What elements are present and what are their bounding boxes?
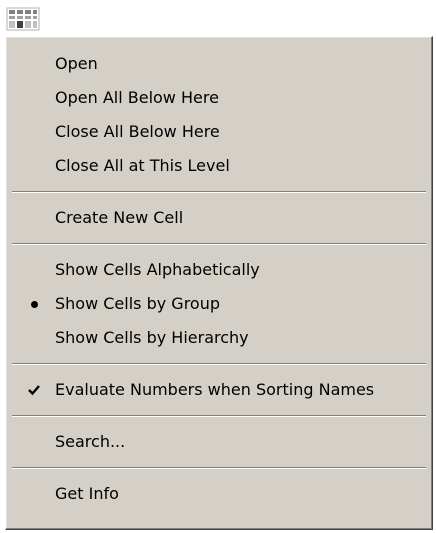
menu-item-mark-empty: [26, 81, 42, 115]
screen: Open Open All Below Here Close All Below H…: [0, 0, 436, 533]
cell-hierarchy-icon[interactable]: [5, 6, 41, 32]
menu-item-show-cells-by-hierarchy[interactable]: Show Cells by Hierarchy: [6, 321, 432, 355]
menu-item-open-all-below-here[interactable]: Open All Below Here: [6, 81, 432, 115]
menu-item-show-cells-by-group[interactable]: Show Cells by Group: [6, 287, 432, 321]
menu-item-mark-empty: [26, 425, 42, 459]
menu-item-evaluate-numbers-when-sorting-names[interactable]: Evaluate Numbers when Sorting Names: [6, 373, 432, 407]
menu-item-label: Show Cells Alphabetically: [55, 260, 260, 279]
bullet-dot: [30, 300, 38, 308]
context-menu: Open Open All Below Here Close All Below H…: [5, 36, 433, 530]
menu-separator: [12, 191, 426, 193]
menu-item-label: Get Info: [55, 484, 119, 503]
checkmark-icon: [26, 373, 42, 407]
menu-item-mark-empty: [26, 115, 42, 149]
menu-item-label: Open: [55, 54, 98, 73]
menu-item-get-info[interactable]: Get Info: [6, 477, 432, 511]
menu-item-mark-empty: [26, 201, 42, 235]
menu-item-open[interactable]: Open: [6, 47, 432, 81]
menu-item-label: Close All at This Level: [55, 156, 230, 175]
menu-item-mark-empty: [26, 477, 42, 511]
menu-item-create-new-cell[interactable]: Create New Cell: [6, 201, 432, 235]
menu-items: Open Open All Below Here Close All Below H…: [6, 47, 432, 511]
menu-item-label: Close All Below Here: [55, 122, 220, 141]
menu-item-show-cells-alphabetically[interactable]: Show Cells Alphabetically: [6, 253, 432, 287]
menu-item-mark-empty: [26, 253, 42, 287]
menu-item-label: Create New Cell: [55, 208, 184, 227]
menu-separator: [12, 363, 426, 365]
menu-item-label: Show Cells by Group: [55, 294, 221, 313]
menu-item-label: Open All Below Here: [55, 88, 219, 107]
menu-separator: [12, 415, 426, 417]
menu-item-label: Show Cells by Hierarchy: [55, 328, 249, 347]
menu-item-mark-empty: [26, 47, 42, 81]
menu-separator: [12, 243, 426, 245]
menu-item-close-all-at-this-level[interactable]: Close All at This Level: [6, 149, 432, 183]
menu-separator: [12, 467, 426, 469]
menu-item-close-all-below-here[interactable]: Close All Below Here: [6, 115, 432, 149]
radio-bullet-icon: [26, 287, 42, 321]
menu-item-label: Search...: [55, 432, 126, 451]
menu-item-search[interactable]: Search...: [6, 425, 432, 459]
menu-item-label: Evaluate Numbers when Sorting Names: [55, 380, 375, 399]
menu-item-mark-empty: [26, 321, 42, 355]
menu-item-mark-empty: [26, 149, 42, 183]
